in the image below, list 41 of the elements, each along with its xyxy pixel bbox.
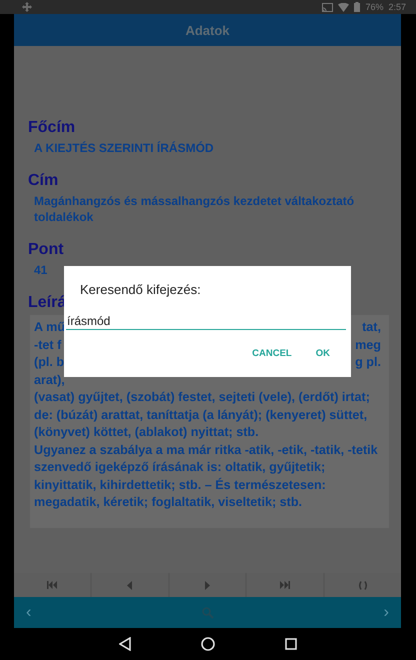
field-label: Cím — [28, 171, 60, 191]
description-paragraph: (vasat) gyűjtet, (szobát) festet, sejteti (vele), (erdőt) irtat; de: (búzát) arattat, taníttatja (a lányát); (kenyeret) süttet, (könyvet) köttet, (ablakot) nyittat; stb. — [34, 389, 371, 441]
cancel-button[interactable]: CANCEL — [242, 344, 302, 363]
field-value: 41 — [33, 262, 48, 278]
toolbar-button[interactable] — [92, 573, 168, 597]
description-text: tat, — [362, 319, 381, 336]
wifi-icon — [338, 2, 350, 12]
field-label: Pont — [28, 240, 65, 260]
skip-first-icon — [46, 581, 57, 589]
move-icon — [22, 2, 32, 12]
screen-title: Adatok — [185, 22, 230, 38]
search-input[interactable]: írásmód — [66, 314, 346, 330]
ok-button[interactable]: OK — [306, 344, 340, 363]
description-text: meg — [355, 336, 381, 354]
home-icon[interactable] — [201, 637, 215, 651]
field-value: Magánhangzós és mássalhangzós kezdetet váltakoztató toldalékok — [33, 193, 356, 225]
description-text: (pl. b — [34, 354, 64, 371]
back-icon[interactable] — [119, 637, 131, 651]
next-icon — [204, 580, 210, 590]
field-value: A KIEJTÉS SZERINTI ÍRÁSMÓD — [33, 140, 215, 156]
description-paragraph: Ugyanez a szabálya a ma már ritka -atik, -etik, -tatik, -tetik szenvedő igeképző írásának is: oltatik, gyűjtetik; kinyittatik, kihirdettetik; stb. – És természetesen: megadatik, kéretik; foglaltatik, viseltetik; stb. — [34, 442, 379, 511]
battery-icon — [354, 2, 360, 12]
toolbar-button[interactable] — [170, 573, 246, 597]
toolbar-button[interactable] — [14, 573, 90, 597]
back-button[interactable]: ‹ — [22, 604, 36, 622]
toolbar-button[interactable] — [247, 573, 324, 597]
description-text: -tet f — [34, 336, 62, 354]
previous-icon — [127, 580, 132, 590]
dialog-title: Keresendő kifejezés: — [79, 282, 202, 297]
forward-button[interactable]: › — [380, 604, 393, 622]
clock-time: 2:57 — [388, 2, 406, 12]
recents-icon[interactable] — [285, 638, 297, 650]
description-text: A mű — [34, 319, 66, 336]
field-label: Főcím — [28, 118, 76, 138]
brackets-icon — [358, 580, 368, 590]
skip-last-icon — [280, 581, 290, 589]
description-text: g pl. — [355, 354, 381, 371]
search-icon[interactable] — [202, 606, 214, 618]
description-text: arat), — [34, 372, 65, 389]
cast-icon — [322, 2, 334, 12]
battery-percent: 76% — [365, 2, 384, 12]
